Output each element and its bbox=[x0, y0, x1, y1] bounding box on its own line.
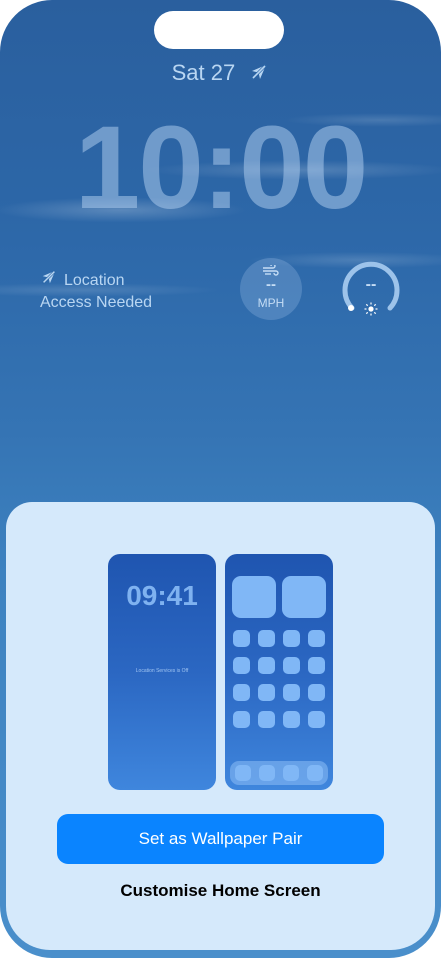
location-widget[interactable]: Location Access Needed bbox=[40, 268, 152, 313]
wind-unit: MPH bbox=[257, 296, 285, 310]
widget-placeholder bbox=[232, 576, 276, 618]
dock-app-placeholder bbox=[235, 765, 251, 781]
dock-app-placeholder bbox=[307, 765, 323, 781]
thumbnail-lock-note: Location Services is Off bbox=[135, 668, 189, 674]
wind-widget[interactable]: -- MPH bbox=[240, 258, 302, 320]
lock-screen-thumbnail[interactable]: 09:41 Location Services is Off bbox=[108, 554, 216, 790]
uv-gauge-widget[interactable]: -- bbox=[340, 258, 402, 320]
home-screen-thumbnail[interactable] bbox=[225, 554, 333, 790]
dynamic-island bbox=[154, 11, 284, 49]
widget-placeholder bbox=[282, 576, 326, 618]
app-icon-placeholder bbox=[308, 630, 325, 647]
app-icon-placeholder bbox=[308, 711, 325, 728]
app-icon-placeholder bbox=[283, 711, 300, 728]
app-icon-placeholder bbox=[308, 684, 325, 701]
dock bbox=[230, 761, 328, 785]
location-widget-line1: Location bbox=[64, 271, 125, 289]
uv-value: -- bbox=[365, 276, 377, 293]
wind-value: -- bbox=[266, 276, 276, 293]
lock-date-row: Sat 27 bbox=[0, 60, 441, 88]
customise-home-screen-button[interactable]: Customise Home Screen bbox=[57, 878, 384, 904]
app-icon-placeholder bbox=[258, 684, 275, 701]
app-icon-placeholder bbox=[283, 630, 300, 647]
location-off-icon bbox=[40, 268, 58, 292]
app-icon-placeholder bbox=[308, 657, 325, 674]
dock-app-placeholder bbox=[283, 765, 299, 781]
lock-date: Sat 27 bbox=[171, 60, 236, 85]
app-icon-placeholder bbox=[233, 630, 250, 647]
app-icon-placeholder bbox=[283, 684, 300, 701]
app-icon-placeholder bbox=[233, 711, 250, 728]
sun-icon bbox=[364, 302, 378, 321]
thumbnail-lock-time: 09:41 bbox=[126, 580, 198, 611]
set-wallpaper-pair-button[interactable]: Set as Wallpaper Pair bbox=[57, 814, 384, 864]
app-icon-placeholder bbox=[233, 657, 250, 674]
lock-clock: 10:00 bbox=[74, 102, 369, 234]
dock-app-placeholder bbox=[259, 765, 275, 781]
app-icon-placeholder bbox=[258, 630, 275, 647]
lock-screen-preview: Sat 27 10:00 Location Access Needed -- M… bbox=[0, 0, 441, 958]
location-widget-line2: Access Needed bbox=[40, 294, 153, 311]
app-icon-placeholder bbox=[283, 657, 300, 674]
app-icon-placeholder bbox=[233, 684, 250, 701]
location-off-icon bbox=[249, 62, 269, 88]
app-icon-placeholder bbox=[258, 657, 275, 674]
app-icon-placeholder bbox=[258, 711, 275, 728]
